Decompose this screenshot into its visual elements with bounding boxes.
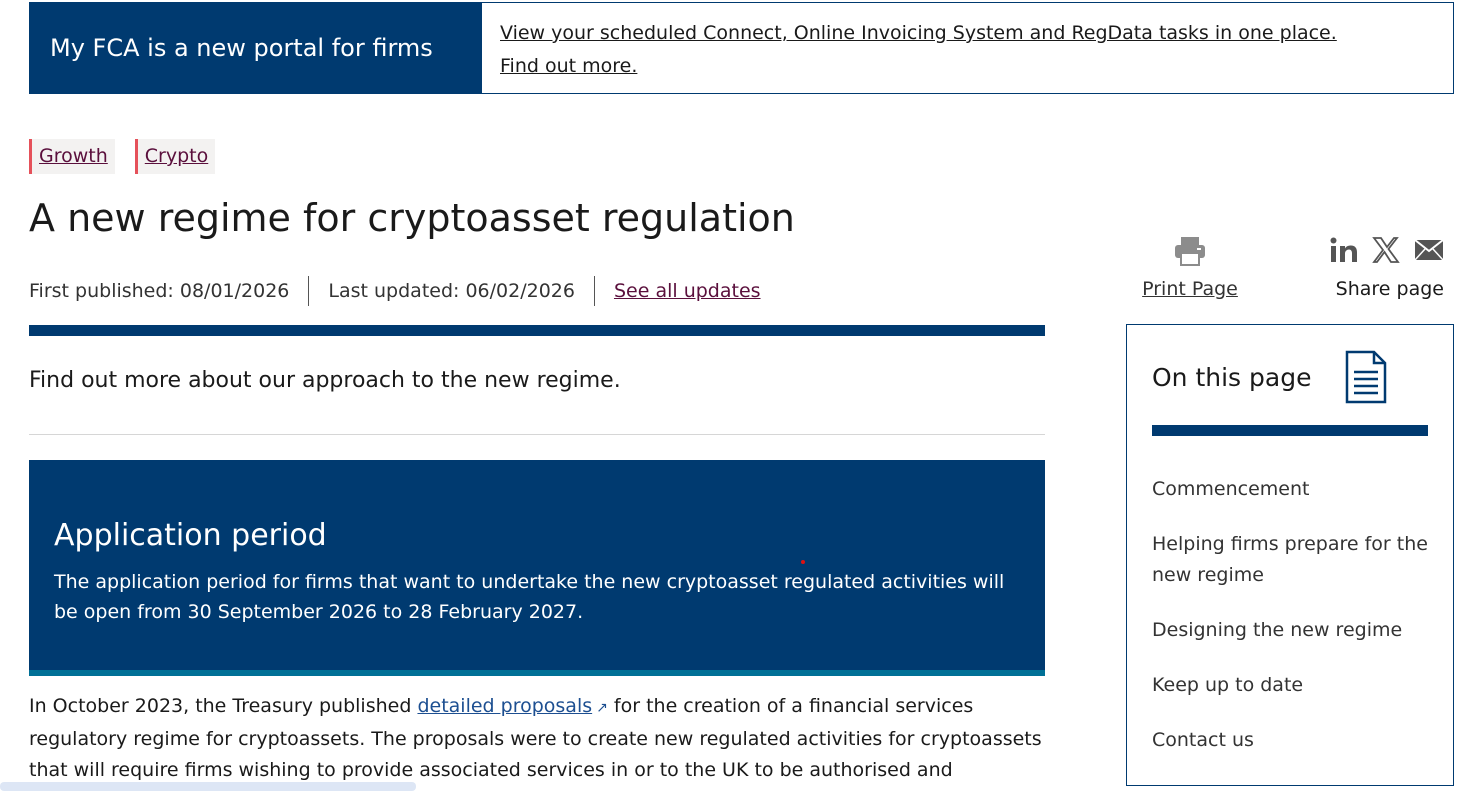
otp-item-keep-up-to-date[interactable]: Keep up to date [1152,670,1428,701]
print-page-link[interactable]: Print Page [1140,278,1240,300]
see-all-updates-link[interactable]: See all updates [614,280,761,302]
banner-title: My FCA is a new portal for firms [30,3,482,93]
on-this-page-header: On this page [1152,325,1428,425]
banner-links: View your scheduled Connect, Online Invo… [482,3,1337,93]
cursor-dot [801,560,805,564]
tag-growth[interactable]: Growth [29,139,115,174]
publication-meta: First published: 08/01/2026 Last updated… [29,276,761,306]
lead-paragraph: Find out more about our approach to the … [29,368,621,393]
last-updated: Last updated: 06/02/2026 [328,280,575,302]
share-icons [1330,236,1450,264]
printer-icon [1175,237,1205,266]
horizontal-scrollbar[interactable] [0,782,416,791]
on-this-page-title: On this page [1152,362,1312,392]
detailed-proposals-link[interactable]: detailed proposals [417,695,592,717]
email-icon[interactable] [1414,239,1444,261]
application-period-callout: Application period The application perio… [29,460,1045,676]
first-published: First published: 08/01/2026 [29,280,290,302]
tag-crypto[interactable]: Crypto [134,139,216,174]
otp-item-helping-firms[interactable]: Helping firms prepare for the new regime [1152,529,1428,591]
otp-item-contact-us[interactable]: Contact us [1152,725,1428,756]
body-text-start: In October 2023, the Treasury published [29,695,418,717]
body-paragraph: In October 2023, the Treasury published … [29,691,1045,786]
divider [29,434,1045,435]
content-top-bar [29,325,1045,336]
callout-text: The application period for firms that wa… [54,571,1005,623]
otp-item-commencement[interactable]: Commencement [1152,474,1428,505]
banner-link-tasks[interactable]: View your scheduled Connect, Online Invo… [500,17,1337,50]
page-title: A new regime for cryptoasset regulation [29,196,795,240]
on-this-page-list: Commencement Helping firms prepare for t… [1152,474,1428,756]
callout-heading: Application period [54,518,327,553]
x-icon[interactable] [1372,236,1400,264]
on-this-page-bar [1152,425,1428,436]
meta-divider [593,276,595,306]
on-this-page-panel: On this page Commencement Helping firms … [1126,324,1454,786]
share-page-label: Share page [1335,278,1444,300]
otp-item-designing[interactable]: Designing the new regime [1152,615,1428,646]
my-fca-banner: My FCA is a new portal for firms View yo… [29,2,1454,94]
banner-link-find-out-more[interactable]: Find out more. [500,50,1337,83]
share-tool: Share page [1330,236,1450,300]
meta-divider [308,276,310,306]
linkedin-icon[interactable] [1330,237,1358,263]
external-link-icon: ↗ [596,700,608,716]
document-icon [1345,350,1387,404]
print-page-tool[interactable]: Print Page [1140,236,1240,300]
topic-tags: Growth Crypto [29,139,216,174]
